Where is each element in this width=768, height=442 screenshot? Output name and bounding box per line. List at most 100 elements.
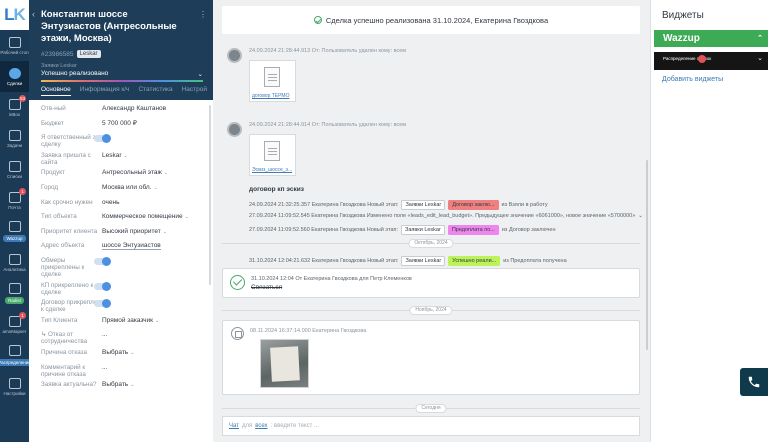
main-nav: LK Рабочий стол Сделки inBox 53 Задачи Списки… [0,0,34,442]
wazzup-label: Wazzup [663,33,700,44]
field-value[interactable]: Александр Каштанов [102,105,201,112]
task-meta: 31.10.2024 12:04 От Екатерина Гвоздкова … [251,276,412,282]
field-row: КП прикреплено к сделке [41,281,201,296]
lead-id-row: #23986585 Leskar [41,50,203,58]
lead-fields: Отв-ный Александр Каштанов Бюджет 5 700 000… [29,100,213,392]
date-separator-label: Октябрь, 2024 [408,239,454,248]
chevron-down-icon[interactable]: ⌄ [638,213,643,219]
compose-input[interactable]: : введите текст ... [271,423,320,429]
nav-item-pill: Radist [5,297,24,304]
field-label: ↳ Отказ от сотрудничества [41,331,88,346]
field-row: Продукт Антресольный этаж ⌄ [41,169,201,180]
field-label: Бюджет [41,119,64,127]
chevron-down-icon: ⌄ [163,170,169,177]
app-logo[interactable]: LK [0,0,29,30]
card-scrollbar[interactable] [209,105,211,285]
nav-icon [8,67,21,79]
field-label: КП прикреплено к сделке [41,281,94,296]
file-attachment[interactable]: договор ТЕРМО [249,60,296,102]
nav-item[interactable]: Сделки [0,61,29,92]
check-circle-icon [230,275,245,290]
file-name[interactable]: Эскиз_шоссе_э... [252,167,295,173]
nav-item[interactable]: inBox 53 [0,92,29,123]
completed-task[interactable]: 31.10.2024 12:04 От Екатерина Гвоздкова … [222,268,640,298]
nav-icon [8,345,21,356]
phone-call-button[interactable] [740,368,768,396]
chevron-up-icon[interactable]: ⌃ [757,30,763,47]
chevron-down-icon: ⌄ [153,184,158,191]
field-value[interactable]: Прямой заказчик ⌄ [102,317,201,325]
field-value-text: Высокий приоритет [102,227,161,235]
nav-item[interactable]: Задачи [0,123,29,154]
more-icon[interactable]: ⋮ [199,10,207,19]
tab-settings[interactable]: Настрой [182,86,207,96]
lead-title[interactable]: Константин шоссе Энтузиастов (Антресольн… [41,9,203,45]
compose-box[interactable]: Чат для всех : введите текст ... [222,416,640,436]
nav-item[interactable]: Рабочий стол [0,30,29,61]
lead-tag[interactable]: Leskar [76,50,101,58]
file-name[interactable]: договор ТЕРМО [252,93,295,99]
nav-items: Рабочий стол Сделки inBox 53 Задачи Списки Поч… [0,30,34,402]
nav-item[interactable]: amoМаркет 1 [0,309,29,340]
distribution-widget[interactable]: Распределение сделок ⌄ [654,52,768,70]
field-value[interactable]: Выбрать ⌄ [102,349,201,357]
tab-statistics[interactable]: Статистика [138,86,172,96]
field-value[interactable]: шоссе Энтузиастов [102,242,161,251]
field-row: Как срочно нужен очень [41,199,201,210]
event-text: 31.10.2024 12:04:21.632 Екатерина Гвоздк… [249,258,399,264]
field-value-text: ... [102,331,108,339]
nav-icon [8,221,21,232]
field-value[interactable]: Антресольный этаж ⌄ [102,169,201,177]
add-widgets-link[interactable]: Добавить виджеты [662,76,723,83]
message-entry: 08.11.2024 16:37:14.000 Екатерина Гвоздк… [222,320,640,395]
widgets-panel: Виджеты Wazzup ⌃ Распределение сделок ⌄ … [650,0,768,442]
field-row: Причина отказа Выбрать ⌄ [41,349,201,360]
field-value[interactable]: Выбрать ⌄ [102,381,201,389]
photo-attachment[interactable] [260,339,309,388]
nav-item[interactable]: Аналитика [0,247,29,278]
field-value[interactable]: Москва или обл. ⌄ [102,184,201,192]
field-value[interactable]: Высокий приоритет ⌄ [102,228,201,236]
file-attachment[interactable]: Эскиз_шоссе_э... [249,134,296,176]
nav-icon [8,377,21,389]
stage-select[interactable]: Успешно реализовано ⌄ [41,70,203,78]
field-toggle[interactable] [94,299,111,309]
nav-item-label: Списки [7,173,22,179]
field-value[interactable]: ... [102,364,201,371]
event-tail: из Предоплата получена [503,258,567,264]
activity-feed: Сделка успешно реализована 31.10.2024, Е… [213,0,650,442]
tab-main[interactable]: Основное [41,86,71,96]
field-toggle[interactable] [94,134,111,144]
field-toggle[interactable] [94,281,111,291]
nav-item[interactable]: Wazzup [0,216,29,247]
nav-item[interactable]: Настройки [0,371,29,402]
avatar [227,122,242,137]
field-value[interactable]: 5 700 000 ₽ [102,120,201,127]
nav-item[interactable]: Radist [0,278,29,309]
field-value[interactable]: Leskar ⌄ [102,152,201,160]
feed-scrollbar[interactable] [646,160,648,350]
event-tail: из Договор заключен [501,227,556,233]
nav-item[interactable]: Списки [0,154,29,185]
chevron-down-icon: ⌄ [123,152,128,159]
chevron-down-icon[interactable]: ⌄ [757,55,763,62]
field-label: Тип Клиента [41,316,78,324]
compose-for-label: для [241,423,253,429]
compose-chat-link[interactable]: Чат [229,423,239,429]
chevron-down-icon: ⌄ [155,317,160,324]
nav-item[interactable]: Почта 1 [0,185,29,216]
date-separator-label: Сегодня [415,404,447,413]
nav-badge: 1 [19,188,26,195]
field-value[interactable]: очень [102,199,201,206]
field-value[interactable]: Коммерческое помещение ⌄ [102,213,201,221]
stage-chip: Успешно реали... [448,256,501,266]
field-value[interactable]: ... [102,331,201,338]
field-row: Комментарий к причине отказа... [41,364,201,378]
wazzup-widget[interactable]: Wazzup ⌃ [654,30,768,47]
nav-item[interactable]: Распределение [0,340,34,371]
field-toggle[interactable] [94,256,111,266]
compose-recipient-link[interactable]: всех [255,423,267,429]
back-icon[interactable]: ‹ [32,9,35,19]
field-value-text: Коммерческое помещение [102,213,183,221]
tab-info[interactable]: Информация к/ч [80,86,130,96]
